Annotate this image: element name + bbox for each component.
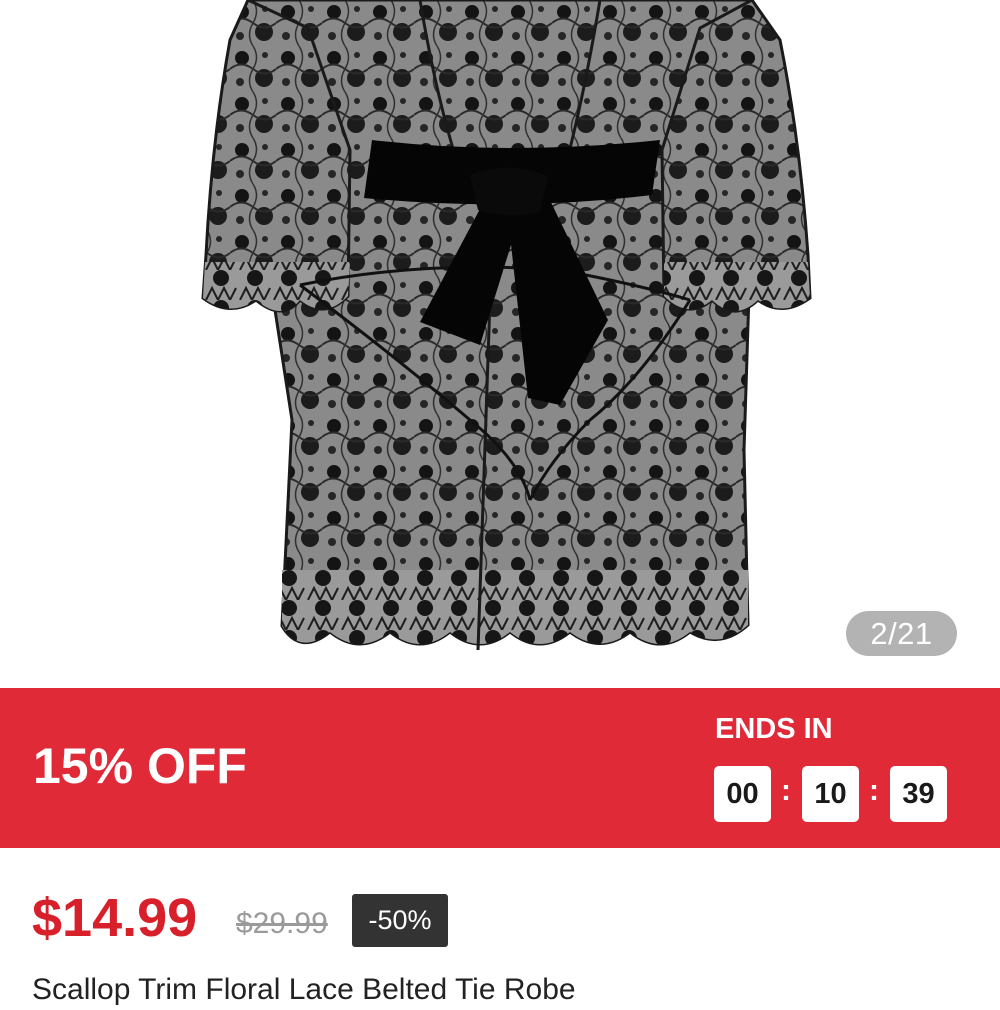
- discount-badge: -50%: [352, 894, 448, 947]
- countdown-separator: :: [869, 774, 879, 807]
- countdown-hours: 00: [714, 766, 771, 822]
- lace-robe-image: [201, 0, 812, 651]
- countdown-separator: :: [781, 774, 791, 807]
- current-price: $14.99: [32, 888, 198, 948]
- countdown-minutes: 10: [802, 766, 859, 822]
- original-price: $29.99: [236, 907, 328, 940]
- countdown-label: ENDS IN: [715, 713, 833, 745]
- image-page-indicator: 2/21: [846, 611, 957, 656]
- product-image-gallery[interactable]: 2/21: [0, 0, 1000, 688]
- sale-title: 15% OFF: [33, 738, 247, 794]
- countdown-seconds: 39: [890, 766, 947, 822]
- product-title: Scallop Trim Floral Lace Belted Tie Robe: [32, 973, 576, 1006]
